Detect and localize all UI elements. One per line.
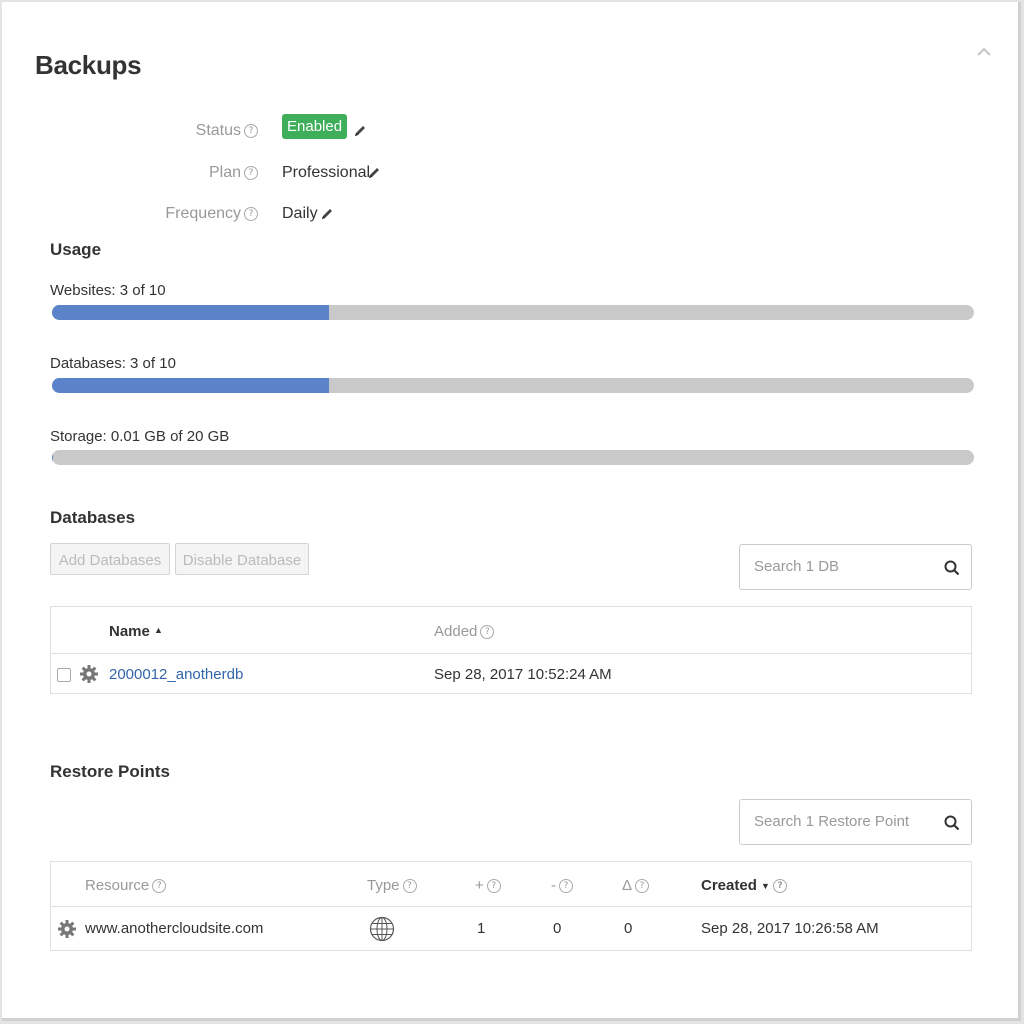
delta-header-label: Δ xyxy=(622,877,633,894)
help-icon[interactable]: ? xyxy=(486,879,501,894)
frequency-value: Daily xyxy=(282,205,318,222)
resource-header-label: Resource xyxy=(85,877,150,894)
plus-column-header[interactable]: +? xyxy=(475,877,501,894)
created-column-header[interactable]: Created ▼? xyxy=(701,877,787,894)
help-icon[interactable]: ? xyxy=(559,879,573,894)
help-icon[interactable]: ? xyxy=(244,123,258,138)
frequency-label-row: Frequency? xyxy=(98,205,258,223)
type-header-label: Type xyxy=(367,877,400,894)
databases-usage-fill xyxy=(52,378,329,393)
plan-label: Plan xyxy=(208,164,241,181)
restore-plus-count: 1 xyxy=(477,920,486,937)
page-title: Backups xyxy=(35,50,142,80)
restore-delta-count: 0 xyxy=(624,920,633,937)
resource-column-header[interactable]: Resource? xyxy=(85,877,167,894)
websites-usage-label: Websites: 3 of 10 xyxy=(50,282,166,299)
gear-icon[interactable] xyxy=(79,664,99,684)
status-label-row: Status? xyxy=(98,122,258,140)
edit-status-icon[interactable] xyxy=(353,124,367,143)
search-icon[interactable] xyxy=(943,559,961,577)
databases-heading: Databases xyxy=(50,508,136,527)
help-icon[interactable]: ? xyxy=(244,206,258,221)
sort-descending-icon: ▼ xyxy=(761,881,770,891)
websites-usage-fill xyxy=(52,305,329,320)
restore-points-table: Resource? Type? +? -? Δ? Created ▼? www.… xyxy=(50,861,972,951)
name-column-header[interactable]: Name ▲ xyxy=(109,623,163,640)
restore-point-search-box xyxy=(739,799,972,845)
restore-minus-count: 0 xyxy=(553,920,562,937)
restore-point-search-input[interactable] xyxy=(752,812,926,831)
plan-label-row: Plan? xyxy=(98,164,258,182)
websites-usage-bar xyxy=(52,305,974,320)
databases-usage-label: Databases: 3 of 10 xyxy=(50,355,176,372)
restore-created-date: Sep 28, 2017 10:26:58 AM xyxy=(701,920,879,937)
type-column-header[interactable]: Type? xyxy=(367,877,417,894)
restore-points-heading: Restore Points xyxy=(50,762,170,781)
database-search-box xyxy=(739,544,972,590)
help-icon[interactable]: ? xyxy=(244,165,258,180)
databases-table: Name ▲ Added? 2000012_anotherdb Sep 28, … xyxy=(50,606,972,694)
database-added-date: Sep 28, 2017 10:52:24 AM xyxy=(434,666,612,683)
plan-value: Professional xyxy=(282,164,371,181)
sort-ascending-icon: ▲ xyxy=(154,625,163,635)
help-icon[interactable]: ? xyxy=(402,879,417,894)
edit-frequency-icon[interactable] xyxy=(320,207,334,226)
delta-column-header[interactable]: Δ? xyxy=(622,877,650,894)
name-header-label: Name xyxy=(109,623,150,640)
table-row: www.anothercloudsite.com 1 0 0 Sep 28, 2… xyxy=(51,907,971,951)
edit-plan-icon[interactable] xyxy=(367,166,381,185)
help-icon[interactable]: ? xyxy=(152,879,167,894)
created-header-label: Created xyxy=(701,877,757,894)
database-name-link[interactable]: 2000012_anotherdb xyxy=(109,666,243,683)
status-badge: Enabled xyxy=(282,114,348,139)
frequency-label: Frequency xyxy=(165,205,241,222)
status-value-row: Enabled xyxy=(282,114,348,139)
search-icon[interactable] xyxy=(943,814,961,832)
chevron-up-icon[interactable] xyxy=(974,42,994,62)
minus-header-label: - xyxy=(551,877,556,894)
add-databases-button[interactable]: Add Databases xyxy=(50,543,170,575)
minus-column-header[interactable]: -? xyxy=(551,877,573,894)
storage-usage-bar xyxy=(52,450,974,465)
restore-resource: www.anothercloudsite.com xyxy=(85,920,264,937)
status-label: Status xyxy=(195,122,241,139)
added-column-header[interactable]: Added? xyxy=(434,623,495,640)
disable-database-button[interactable]: Disable Database xyxy=(175,543,309,575)
gear-icon[interactable] xyxy=(57,919,77,939)
backups-panel: Backups Status? Enabled Plan? Profession… xyxy=(2,2,1021,1021)
database-search-input[interactable] xyxy=(752,557,926,576)
row-checkbox[interactable] xyxy=(57,668,71,682)
storage-usage-label: Storage: 0.01 GB of 20 GB xyxy=(50,428,230,445)
help-icon[interactable]: ? xyxy=(480,625,495,640)
help-icon[interactable]: ? xyxy=(635,879,650,894)
databases-usage-bar xyxy=(52,378,974,393)
globe-icon xyxy=(369,916,395,942)
help-icon[interactable]: ? xyxy=(772,879,787,894)
usage-heading: Usage xyxy=(50,240,102,259)
plus-header-label: + xyxy=(475,877,484,894)
table-row: 2000012_anotherdb Sep 28, 2017 10:52:24 … xyxy=(51,654,971,694)
added-header-label: Added xyxy=(434,623,478,640)
